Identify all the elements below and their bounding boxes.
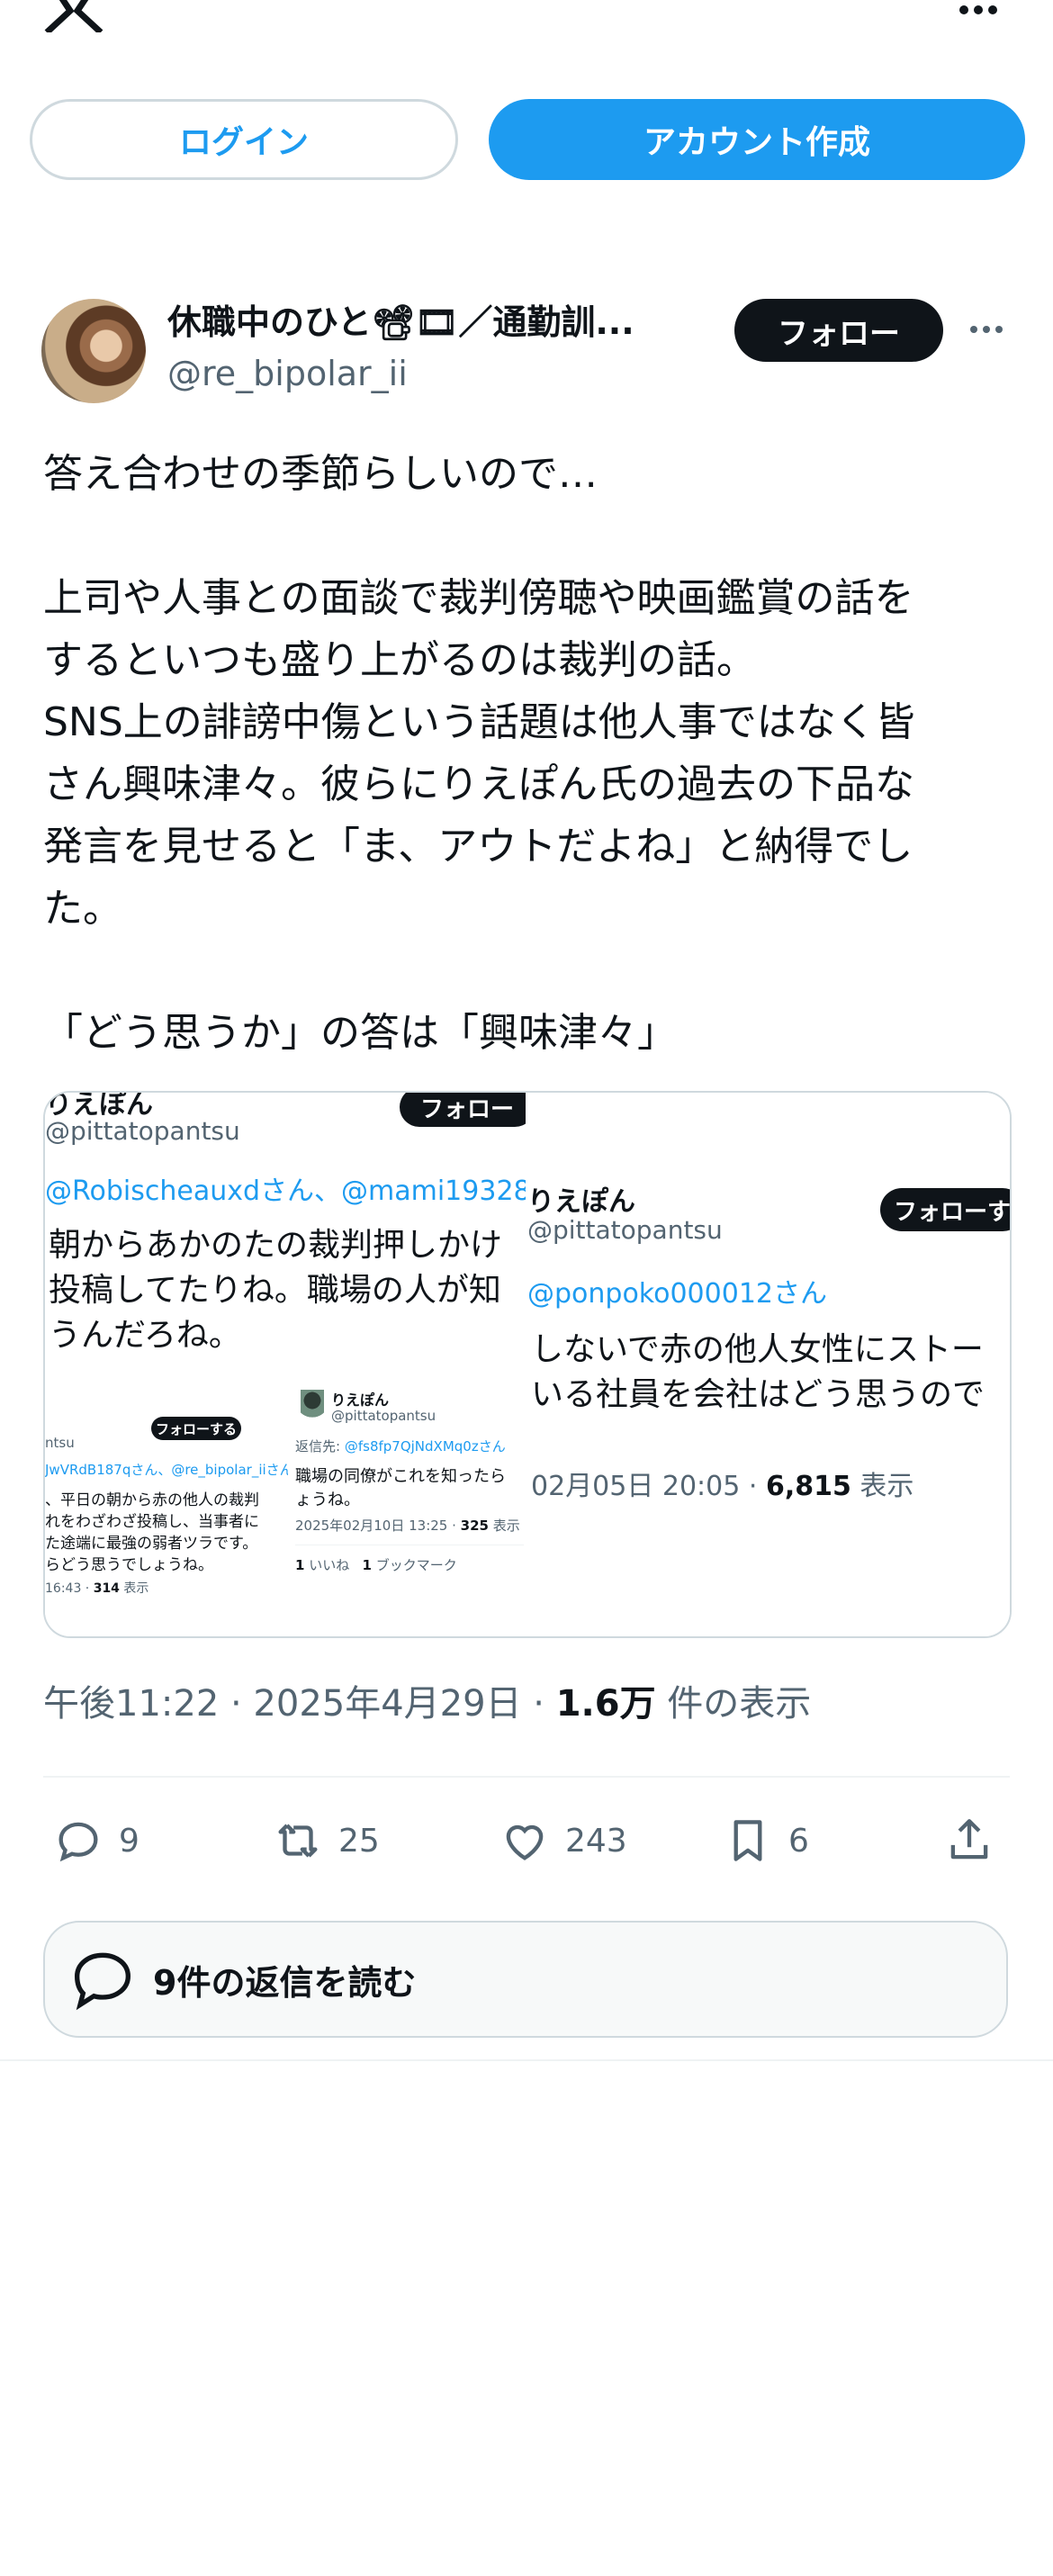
media-text: うんだろね。 [49, 1317, 241, 1354]
tweet-media[interactable]: りえぽん @pittatopantsu フォロー @Robischeauxdさん… [43, 1091, 1012, 1638]
reply-count: 9 [119, 1822, 140, 1860]
author-handle[interactable]: @re_bipolar_ii [167, 354, 408, 393]
like-button[interactable]: 243 [499, 1800, 627, 1881]
share-icon [950, 1819, 988, 1860]
tweet-timestamp[interactable]: 午後11:22 · 2025年4月29日 · 1.6万 件の表示 [43, 1674, 811, 1726]
media-image-left[interactable]: りえぽん @pittatopantsu フォロー @Robischeauxdさん… [45, 1093, 526, 1636]
media-sub-text: 職場の同僚がこれを知ったら [295, 1467, 506, 1486]
read-replies-button[interactable]: 9件の返信を読む [43, 1921, 1008, 2038]
media-sub-stats: 2025年02月10日 13:25 · 325 表示 [295, 1518, 520, 1534]
reply-icon [58, 1822, 98, 1862]
tweet-line: するといつも盛り上がるのは裁判の話。 [43, 637, 756, 683]
more-options-icon[interactable] [970, 326, 1003, 333]
media-author-handle: @pittatopantsu [45, 1116, 240, 1146]
media-sub-image: フォローする ntsu JwVRdB187qさん、@re_bipolar_iiさ… [45, 1408, 288, 1615]
media-reply-to: @ponpoko000012さん [527, 1278, 827, 1310]
media-sub-text: ょうね。 [295, 1491, 360, 1509]
tweet-line: 答え合わせの季節らしいので… [43, 451, 598, 497]
tweet-text: 答え合わせの季節らしいので… 上司や人事との面談で裁判傍聴や映画鑑賞の話を する… [43, 443, 1015, 1064]
more-icon[interactable] [959, 0, 1001, 14]
tweet-line: 「どう思うか」の答は「興味津々」 [43, 1010, 677, 1056]
media-follow-button: フォロー [400, 1093, 526, 1127]
repost-icon [278, 1824, 318, 1858]
avatar[interactable] [41, 299, 146, 403]
login-button[interactable]: ログイン [30, 99, 458, 180]
author-name[interactable]: 休職中のひと📽🎞／通勤訓... [167, 294, 634, 344]
heart-icon [506, 1824, 544, 1860]
media-sub-engagement: 1 いいね 1 ブックマーク [295, 1557, 457, 1573]
like-count: 243 [565, 1822, 627, 1860]
media-sub-follow: フォローする [151, 1417, 241, 1440]
tweet-time: 午後11:22 · 2025年4月29日 · [43, 1683, 556, 1725]
tweet-line: 上司や人事との面談で裁判傍聴や映画鑑賞の話を [43, 575, 914, 621]
bookmark-count: 6 [788, 1822, 809, 1860]
media-stats: 02月05日 20:05 · 6,815 表示 [531, 1471, 914, 1502]
tweet-line: た。 [43, 886, 122, 932]
media-author-name: りえぽん [527, 1186, 635, 1218]
share-button[interactable] [943, 1800, 995, 1881]
read-replies-label: 9件の返信を読む [153, 1962, 417, 2003]
reply-icon [74, 1952, 131, 2011]
divider [0, 2059, 1053, 2061]
signup-button[interactable]: アカウント作成 [489, 99, 1025, 180]
media-sub-avatar [301, 1390, 324, 1426]
media-sub-text: らどう思うでしょうね。 [45, 1556, 213, 1574]
follow-button[interactable]: フォロー [734, 299, 943, 362]
divider [43, 1776, 1010, 1778]
bookmark-icon [734, 1820, 762, 1861]
media-sub-reply: 返信先: @fs8fp7QjNdXMq0zさん [295, 1438, 506, 1455]
reply-button[interactable]: 9 [52, 1800, 140, 1881]
media-sub-text: 、平日の朝から赤の他人の裁判 [45, 1491, 259, 1509]
media-sub-image: りえぽん @pittatopantsu 返信先: @fs8fp7QjNdXMq0… [292, 1377, 526, 1620]
tweet-line: 発言を見せると「ま、アウトだよね」と納得でし [43, 824, 914, 869]
tweet-actions: 9 25 243 6 [43, 1800, 1010, 1881]
media-text: しないで赤の他人女性にストー [531, 1331, 984, 1368]
bookmark-button[interactable]: 6 [722, 1800, 809, 1881]
media-text: 投稿してたりね。職場の人が知 [49, 1272, 501, 1309]
x-logo-icon[interactable] [43, 0, 104, 32]
media-author-handle: @pittatopantsu [527, 1215, 723, 1245]
repost-count: 25 [338, 1822, 380, 1860]
media-sub-handle: @pittatopantsu [331, 1408, 436, 1424]
view-count: 1.6万 [555, 1683, 656, 1725]
media-sub-handle: ntsu [45, 1435, 75, 1451]
media-text: 朝からあかのたの裁判押しかけ [49, 1227, 503, 1264]
media-follow-button: フォローす [880, 1188, 1010, 1231]
media-sub-text: た途端に最強の弱者ツラです。 [45, 1535, 258, 1553]
tweet-line: SNS上の誹謗中傷という話題は他人事ではなく皆 [43, 699, 915, 745]
media-sub-reply: JwVRdB187qさん、@re_bipolar_iiさん、 [45, 1462, 288, 1478]
media-sub-name: りえぽん [331, 1392, 390, 1409]
tweet-line: さん興味津々。彼らにりえぽん氏の過去の下品な [43, 761, 914, 807]
media-sub-stats: 16:43 · 314 表示 [45, 1581, 149, 1596]
repost-button[interactable]: 25 [272, 1800, 380, 1881]
media-sub-text: れをわざわざ投稿し、当事者に [45, 1513, 259, 1531]
media-reply-to: @Robischeauxdさん、@mami19328さ [45, 1175, 526, 1207]
view-label: 件の表示 [655, 1683, 812, 1725]
media-image-right[interactable]: りえぽん @pittatopantsu フォローす @ponpoko000012… [527, 1093, 1010, 1636]
media-text: いる社員を会社はどう思うので [531, 1376, 986, 1413]
